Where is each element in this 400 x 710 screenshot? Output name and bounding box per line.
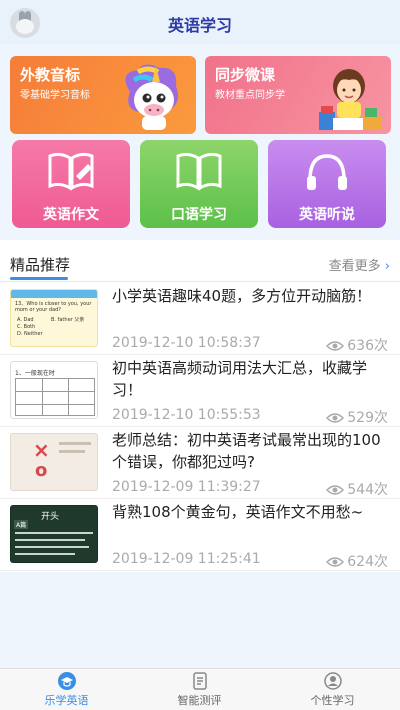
- views-count: 529次: [347, 410, 388, 426]
- thumb-line: [59, 450, 85, 453]
- banner-title: 外教音标: [20, 66, 81, 84]
- article-timestamp: 2019-12-09 11:39:27: [112, 479, 261, 495]
- thumb-table-heading: 1、一般现在时: [15, 370, 55, 377]
- banner-subtitle: 零基础学习音标: [20, 90, 90, 101]
- thumb-table-line: [42, 379, 43, 415]
- english-writing-tile[interactable]: 英语作文: [12, 140, 130, 228]
- thumb-table: [15, 378, 95, 416]
- tile-label: 英语听说: [299, 207, 355, 223]
- eye-icon: [326, 413, 345, 423]
- section-title-underline: [10, 277, 68, 280]
- feature-area: 外教音标 零基础学习音标 同步微课 教材重点同步学 英语作文 口语学习 英语听说: [0, 44, 400, 240]
- thumb-quiz-question: 13、Who is closer to you, your mom or you…: [15, 301, 92, 313]
- view-more-link[interactable]: 查看更多 ›: [329, 255, 390, 274]
- content-background: [0, 572, 400, 668]
- open-book-icon: [176, 152, 222, 191]
- article-title: 老师总结：初中英语考试最常出现的100个错误，你都犯过吗?: [112, 431, 381, 471]
- article-views: 544次: [326, 479, 388, 499]
- views-count: 544次: [347, 482, 388, 498]
- tile-label: 英语作文: [43, 207, 99, 223]
- list-item[interactable]: 13、Who is closer to you, your mom or you…: [0, 283, 400, 355]
- eye-icon: [326, 557, 345, 567]
- thumb-quiz-option: C. Both: [17, 324, 36, 330]
- thumb-quiz-option: A. Dad: [17, 317, 34, 323]
- thumb-quiz-option: D. Neither: [17, 331, 43, 337]
- tab-label: 智能测评: [177, 694, 222, 707]
- app-header: 英语学习: [0, 0, 400, 44]
- banner-title: 同步微课: [215, 66, 276, 84]
- thumb-line: [15, 553, 75, 555]
- views-count: 636次: [347, 338, 388, 354]
- article-views: 624次: [326, 551, 388, 571]
- section-title: 精品推荐: [10, 256, 71, 274]
- list-item[interactable]: 开头 A篇 背熟108个黄金句，英语作文不用愁~ 2019-12-09 11:2…: [0, 499, 400, 571]
- headphones-icon: [307, 154, 347, 190]
- sync-microlesson-banner[interactable]: 同步微课 教材重点同步学: [205, 56, 391, 134]
- thumb-quiz-option: B. father 父亲: [51, 317, 85, 323]
- article-thumbnail: 1、一般现在时: [10, 361, 98, 419]
- person-icon: [323, 672, 342, 690]
- thumb-table-line: [16, 391, 94, 392]
- thumb-table-line: [16, 404, 94, 405]
- banner-subtitle: 教材重点同步学: [215, 90, 285, 101]
- foreign-teacher-phonics-banner[interactable]: 外教音标 零基础学习音标: [10, 56, 196, 134]
- thumb-line: [15, 539, 85, 541]
- unicorn-illustration: [125, 64, 178, 130]
- thumb-table-line: [68, 379, 69, 415]
- thumb-cross-mark: ×: [33, 438, 50, 462]
- article-thumbnail: 13、Who is closer to you, your mom or you…: [10, 289, 98, 347]
- article-timestamp: 2019-12-10 10:58:37: [112, 335, 261, 351]
- tab-smart-assessment[interactable]: 智能测评: [133, 672, 266, 710]
- article-title: 背熟108个黄金句，英语作文不用愁~: [112, 503, 364, 521]
- report-icon: [192, 672, 207, 690]
- thumb-line: [15, 532, 93, 534]
- article-timestamp: 2019-12-10 10:55:53: [112, 407, 261, 423]
- eye-icon: [326, 341, 345, 351]
- thumb-board-tag: A篇: [14, 520, 29, 529]
- list-item[interactable]: × o 老师总结：初中英语考试最常出现的100个错误，你都犯过吗? 2019-1…: [0, 427, 400, 499]
- thumb-circle-mark: o: [35, 460, 48, 481]
- thumb-line: [59, 442, 91, 445]
- english-listening-tile[interactable]: 英语听说: [268, 140, 386, 228]
- girl-with-books-illustration: [319, 69, 381, 130]
- writing-book-icon: [48, 152, 94, 191]
- recommended-section-header: 精品推荐 查看更多 ›: [0, 244, 400, 282]
- thumb-stripe: [11, 290, 97, 298]
- article-views: 529次: [326, 407, 388, 427]
- graduation-cap-icon: [57, 672, 76, 690]
- article-thumbnail: × o: [10, 433, 98, 491]
- article-title: 初中英语高频动词用法大汇总，收藏学习！: [112, 359, 368, 399]
- view-more-label: 查看更多: [328, 259, 381, 274]
- article-timestamp: 2019-12-09 11:25:41: [112, 551, 261, 567]
- oral-english-tile[interactable]: 口语学习: [140, 140, 258, 228]
- chevron-right-icon: ›: [384, 259, 390, 274]
- views-count: 624次: [347, 554, 388, 570]
- article-views: 636次: [326, 335, 388, 355]
- tab-label: 乐学英语: [44, 694, 89, 707]
- article-title: 小学英语趣味40题，多方位开动脑筋！: [112, 287, 372, 305]
- bottom-tab-bar: 乐学英语 智能测评 个性学习: [0, 668, 400, 710]
- thumb-line: [15, 546, 89, 548]
- tab-personal-learning[interactable]: 个性学习: [266, 672, 399, 710]
- list-item[interactable]: 1、一般现在时 初中英语高频动词用法大汇总，收藏学习！ 2019-12-10 1…: [0, 355, 400, 427]
- thumb-board-title: 开头: [41, 512, 60, 522]
- tab-happy-learning[interactable]: 乐学英语: [0, 672, 133, 710]
- tile-label: 口语学习: [171, 207, 227, 223]
- article-thumbnail: 开头 A篇: [10, 505, 98, 563]
- eye-icon: [326, 485, 345, 495]
- tab-label: 个性学习: [310, 694, 355, 707]
- page-title: 英语学习: [167, 16, 232, 35]
